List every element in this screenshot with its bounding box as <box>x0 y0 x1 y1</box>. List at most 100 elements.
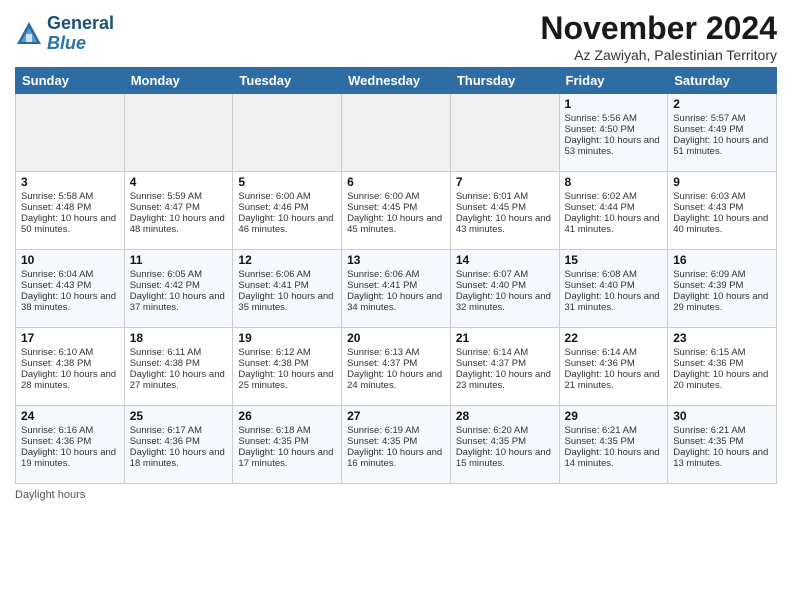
daylight-label: Daylight hours <box>15 489 85 501</box>
calendar-cell: 16Sunrise: 6:09 AMSunset: 4:39 PMDayligh… <box>668 250 777 328</box>
calendar-cell: 1Sunrise: 5:56 AMSunset: 4:50 PMDaylight… <box>559 94 668 172</box>
day-number: 13 <box>347 253 445 267</box>
day-info: Sunrise: 6:12 AM <box>238 347 336 358</box>
day-info: Sunrise: 6:13 AM <box>347 347 445 358</box>
day-info: Daylight: 10 hours and 43 minutes. <box>456 213 554 235</box>
day-info: Sunset: 4:41 PM <box>347 280 445 291</box>
logo-text-line1: General <box>47 14 114 34</box>
week-row-2: 3Sunrise: 5:58 AMSunset: 4:48 PMDaylight… <box>16 172 777 250</box>
day-info: Sunrise: 6:05 AM <box>130 269 228 280</box>
col-header-wednesday: Wednesday <box>342 68 451 94</box>
day-number: 1 <box>565 97 663 111</box>
day-number: 4 <box>130 175 228 189</box>
day-info: Sunset: 4:44 PM <box>565 202 663 213</box>
day-number: 15 <box>565 253 663 267</box>
day-number: 29 <box>565 409 663 423</box>
main-container: General Blue November 2024 Az Zawiyah, P… <box>0 0 792 506</box>
day-info: Sunset: 4:38 PM <box>130 358 228 369</box>
logo: General Blue <box>15 14 114 54</box>
day-info: Sunset: 4:37 PM <box>347 358 445 369</box>
day-info: Daylight: 10 hours and 40 minutes. <box>673 213 771 235</box>
day-info: Sunset: 4:42 PM <box>130 280 228 291</box>
day-number: 11 <box>130 253 228 267</box>
calendar-cell: 17Sunrise: 6:10 AMSunset: 4:38 PMDayligh… <box>16 328 125 406</box>
day-number: 2 <box>673 97 771 111</box>
day-number: 21 <box>456 331 554 345</box>
location-subtitle: Az Zawiyah, Palestinian Territory <box>540 47 777 63</box>
day-info: Sunset: 4:39 PM <box>673 280 771 291</box>
calendar-cell: 14Sunrise: 6:07 AMSunset: 4:40 PMDayligh… <box>450 250 559 328</box>
calendar-cell <box>342 94 451 172</box>
day-number: 8 <box>565 175 663 189</box>
col-header-thursday: Thursday <box>450 68 559 94</box>
day-info: Sunrise: 6:02 AM <box>565 191 663 202</box>
calendar-cell: 21Sunrise: 6:14 AMSunset: 4:37 PMDayligh… <box>450 328 559 406</box>
day-info: Daylight: 10 hours and 51 minutes. <box>673 135 771 157</box>
week-row-4: 17Sunrise: 6:10 AMSunset: 4:38 PMDayligh… <box>16 328 777 406</box>
calendar-cell: 11 Sunrise: 6:05 AMSunset: 4:42 PMDayligh… <box>124 250 233 328</box>
day-number: 16 <box>673 253 771 267</box>
day-number: 28 <box>456 409 554 423</box>
month-title: November 2024 <box>540 10 777 47</box>
header: General Blue November 2024 Az Zawiyah, P… <box>15 10 777 63</box>
day-info: Daylight: 10 hours and 15 minutes. <box>456 447 554 469</box>
day-info: Sunset: 4:35 PM <box>347 436 445 447</box>
calendar-cell: 10Sunrise: 6:04 AMSunset: 4:43 PMDayligh… <box>16 250 125 328</box>
calendar-cell: 6Sunrise: 6:00 AMSunset: 4:45 PMDaylight… <box>342 172 451 250</box>
day-info: Sunrise: 6:17 AM <box>130 425 228 436</box>
day-info: Daylight: 10 hours and 41 minutes. <box>565 213 663 235</box>
day-number: 5 <box>238 175 336 189</box>
col-header-friday: Friday <box>559 68 668 94</box>
day-info: Sunrise: 6:21 AM <box>673 425 771 436</box>
day-number: 26 <box>238 409 336 423</box>
week-row-3: 10Sunrise: 6:04 AMSunset: 4:43 PMDayligh… <box>16 250 777 328</box>
calendar-cell <box>16 94 125 172</box>
calendar-cell: 8 Sunrise: 6:02 AMSunset: 4:44 PMDaylight… <box>559 172 668 250</box>
day-number: 25 <box>130 409 228 423</box>
day-info: Sunrise: 6:06 AM <box>238 269 336 280</box>
day-info: Sunrise: 6:07 AM <box>456 269 554 280</box>
logo-icon <box>15 20 43 48</box>
day-info: Daylight: 10 hours and 20 minutes. <box>673 369 771 391</box>
day-info: Daylight: 10 hours and 28 minutes. <box>21 369 119 391</box>
day-info: Daylight: 10 hours and 14 minutes. <box>565 447 663 469</box>
day-number: 24 <box>21 409 119 423</box>
day-number: 23 <box>673 331 771 345</box>
day-number: 19 <box>238 331 336 345</box>
week-row-1: 1Sunrise: 5:56 AMSunset: 4:50 PMDaylight… <box>16 94 777 172</box>
day-info: Daylight: 10 hours and 21 minutes. <box>565 369 663 391</box>
day-number: 9 <box>673 175 771 189</box>
day-info: Sunset: 4:45 PM <box>347 202 445 213</box>
day-info: Sunset: 4:38 PM <box>21 358 119 369</box>
calendar-cell: 18Sunrise: 6:11 AMSunset: 4:38 PMDayligh… <box>124 328 233 406</box>
col-header-monday: Monday <box>124 68 233 94</box>
day-info: Sunrise: 6:11 AM <box>130 347 228 358</box>
day-info: Sunset: 4:46 PM <box>238 202 336 213</box>
day-info: Sunset: 4:36 PM <box>673 358 771 369</box>
calendar-cell: 27Sunrise: 6:19 AMSunset: 4:35 PMDayligh… <box>342 406 451 484</box>
day-number: 10 <box>21 253 119 267</box>
day-info: Sunset: 4:40 PM <box>565 280 663 291</box>
day-info: Daylight: 10 hours and 53 minutes. <box>565 135 663 157</box>
calendar-cell: 7Sunrise: 6:01 AMSunset: 4:45 PMDaylight… <box>450 172 559 250</box>
day-info: Sunrise: 5:59 AM <box>130 191 228 202</box>
day-info: Daylight: 10 hours and 18 minutes. <box>130 447 228 469</box>
calendar-cell: 30Sunrise: 6:21 AMSunset: 4:35 PMDayligh… <box>668 406 777 484</box>
day-info: Sunrise: 6:00 AM <box>347 191 445 202</box>
day-info: Sunrise: 6:10 AM <box>21 347 119 358</box>
day-info: Sunrise: 6:00 AM <box>238 191 336 202</box>
logo-text-line2: Blue <box>47 34 114 54</box>
day-info: Daylight: 10 hours and 17 minutes. <box>238 447 336 469</box>
calendar-cell: 26Sunrise: 6:18 AMSunset: 4:35 PMDayligh… <box>233 406 342 484</box>
calendar-cell: 12Sunrise: 6:06 AMSunset: 4:41 PMDayligh… <box>233 250 342 328</box>
calendar-cell: 3Sunrise: 5:58 AMSunset: 4:48 PMDaylight… <box>16 172 125 250</box>
day-info: Sunrise: 5:56 AM <box>565 113 663 124</box>
calendar-cell: 28Sunrise: 6:20 AMSunset: 4:35 PMDayligh… <box>450 406 559 484</box>
day-info: Sunrise: 6:01 AM <box>456 191 554 202</box>
day-info: Sunset: 4:43 PM <box>21 280 119 291</box>
day-info: Sunrise: 6:18 AM <box>238 425 336 436</box>
day-info: Daylight: 10 hours and 34 minutes. <box>347 291 445 313</box>
day-info: Daylight: 10 hours and 37 minutes. <box>130 291 228 313</box>
day-info: Sunset: 4:38 PM <box>238 358 336 369</box>
calendar-cell: 29Sunrise: 6:21 AMSunset: 4:35 PMDayligh… <box>559 406 668 484</box>
